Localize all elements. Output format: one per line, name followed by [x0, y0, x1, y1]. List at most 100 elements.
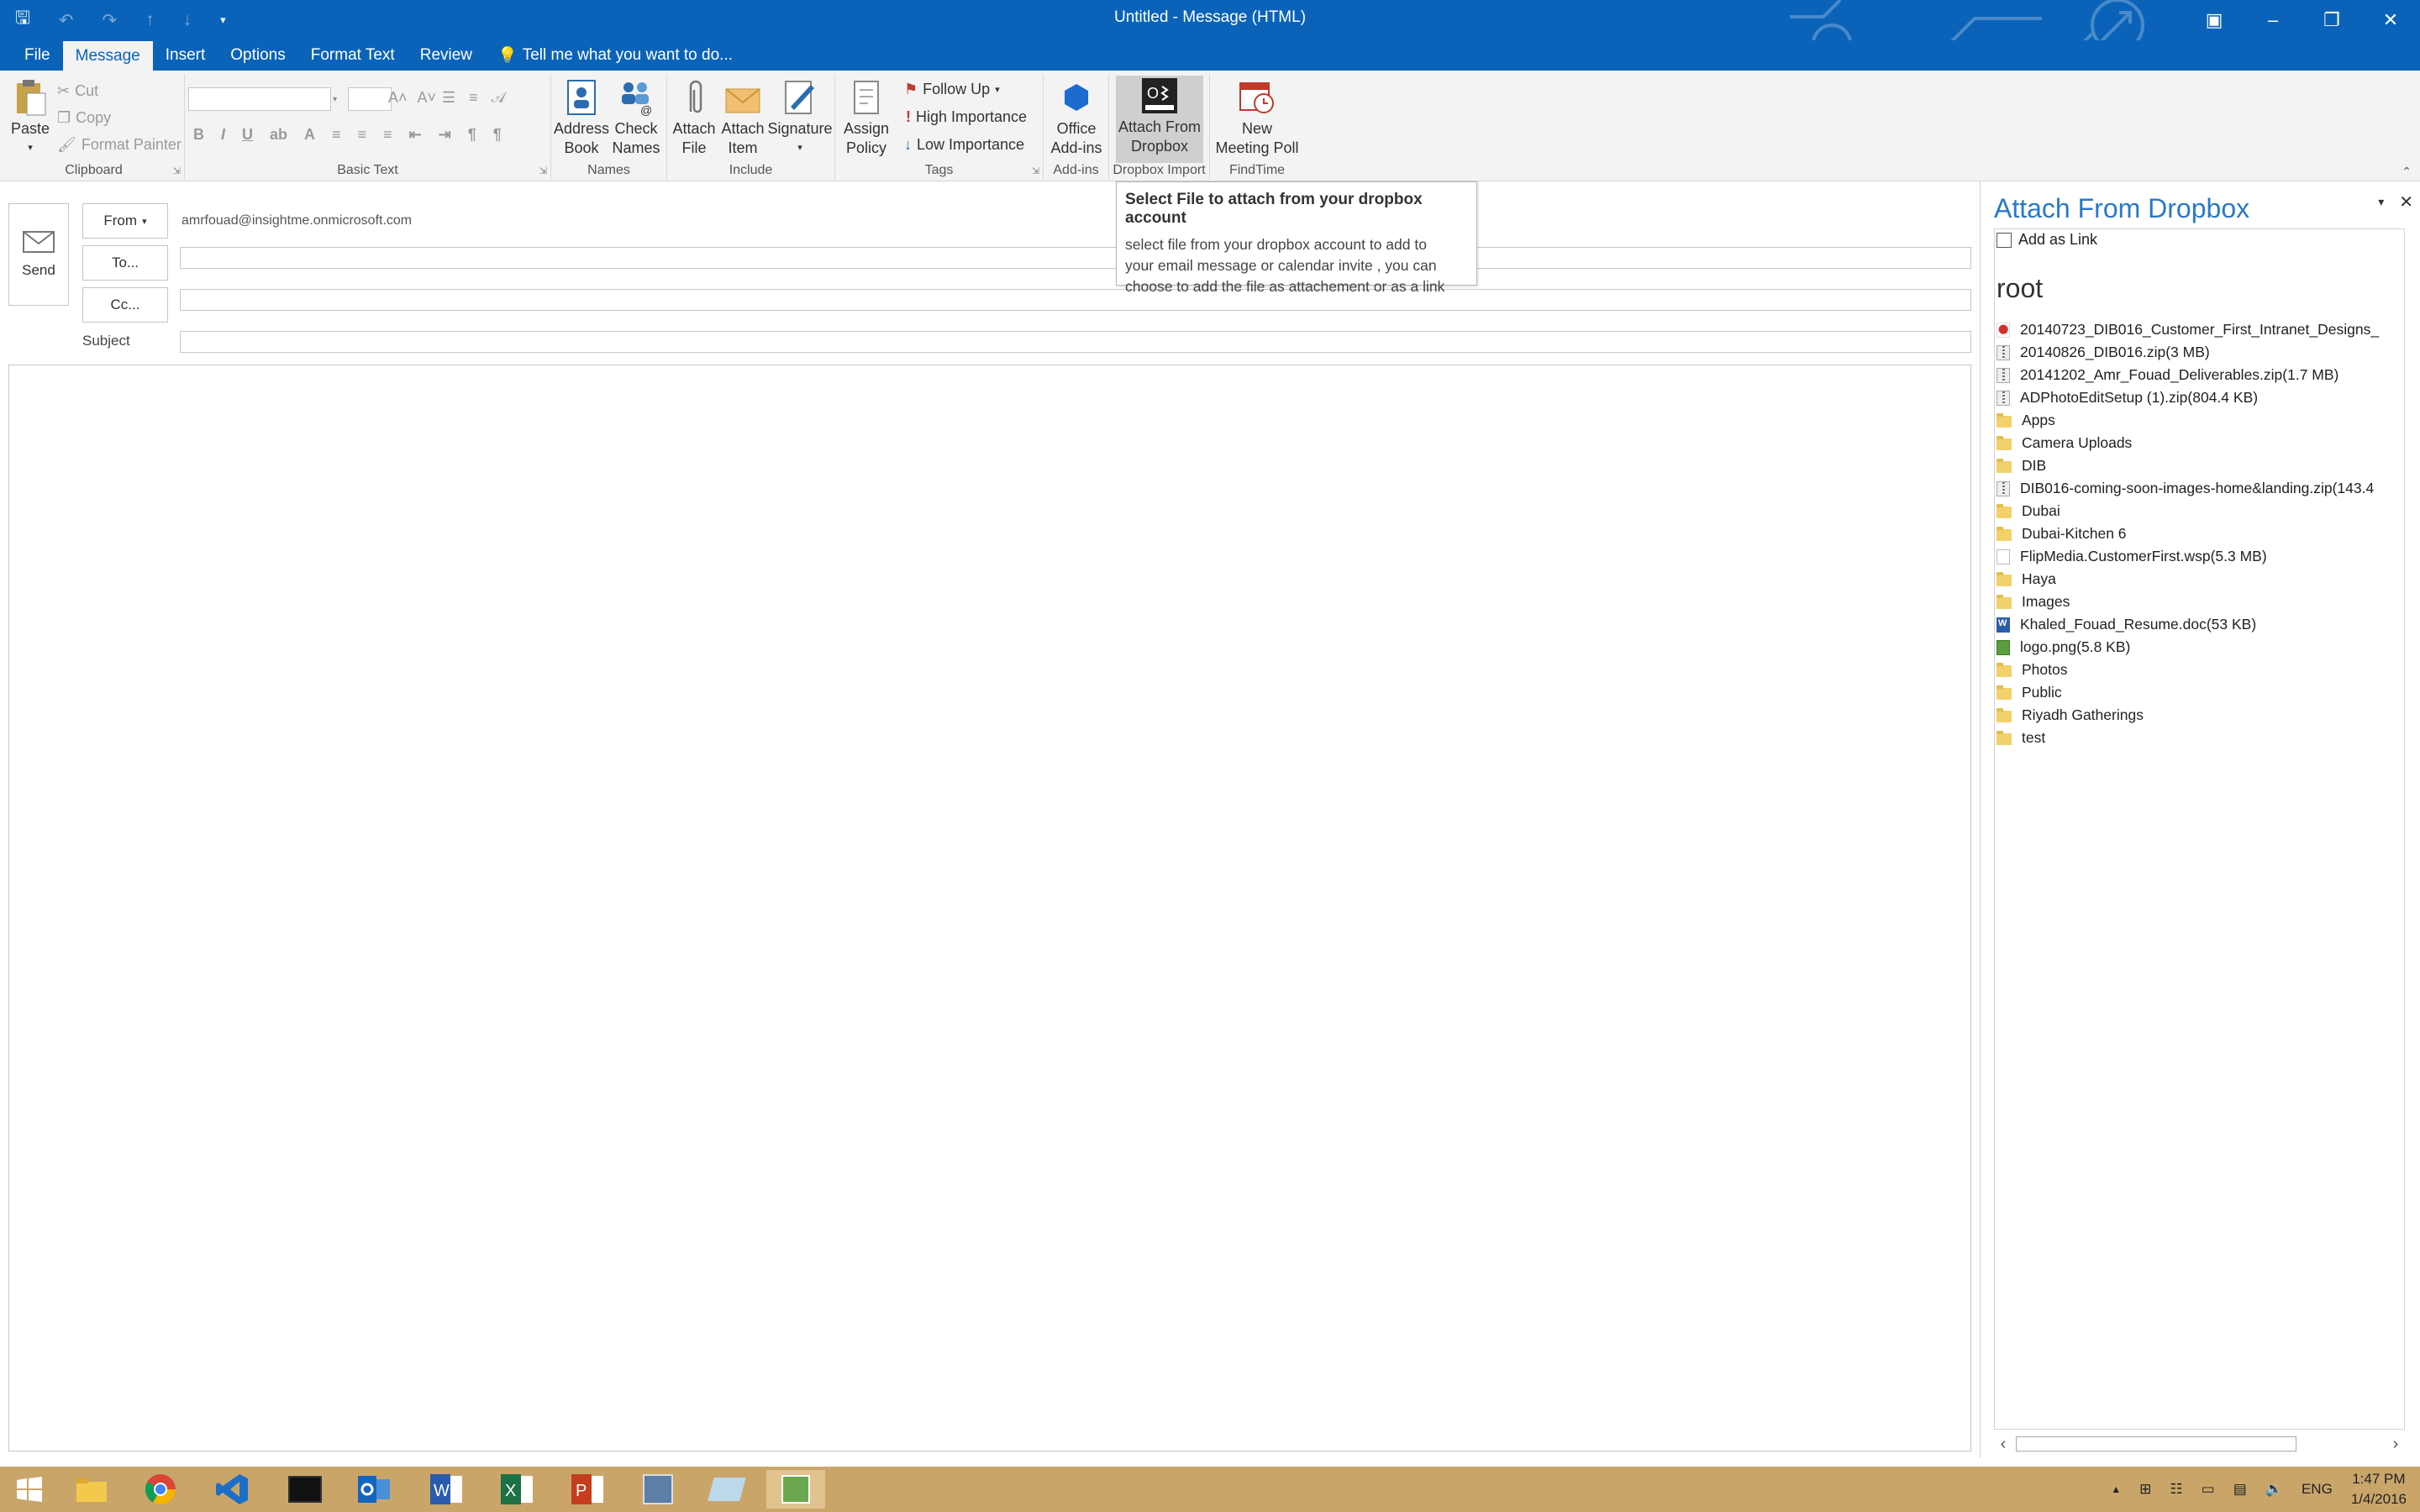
- outlook-icon[interactable]: [345, 1470, 403, 1509]
- dialog-launcher-icon[interactable]: ⇲: [539, 165, 547, 176]
- numbering-icon[interactable]: ≡: [469, 89, 478, 107]
- font-size-box[interactable]: [348, 87, 392, 111]
- file-list-item[interactable]: Dubai: [1996, 500, 2404, 522]
- file-list-item[interactable]: Haya: [1996, 568, 2404, 591]
- grow-font-icon[interactable]: A˄: [388, 89, 408, 107]
- tab-insert[interactable]: Insert: [153, 41, 218, 70]
- send-button[interactable]: Send: [8, 203, 69, 306]
- action-center-icon[interactable]: ⊞: [2139, 1481, 2151, 1498]
- increase-indent-icon[interactable]: ⇥: [439, 126, 451, 144]
- close-icon[interactable]: ✕: [2361, 0, 2420, 40]
- file-list-item[interactable]: DIB: [1996, 454, 2404, 477]
- cc-button[interactable]: Cc...: [82, 287, 168, 323]
- italic-icon[interactable]: I: [221, 126, 225, 144]
- file-list-item[interactable]: Public: [1996, 681, 2404, 704]
- app2-icon[interactable]: [766, 1470, 825, 1509]
- bold-icon[interactable]: B: [193, 126, 204, 144]
- volume-icon[interactable]: 🔉: [2265, 1481, 2283, 1498]
- attach-item-button[interactable]: Attach Item: [719, 77, 766, 158]
- address-book-button[interactable]: Address Book: [554, 77, 609, 158]
- tab-message[interactable]: Message: [62, 41, 153, 71]
- ltr-icon[interactable]: ¶: [468, 126, 476, 144]
- message-body[interactable]: [8, 365, 1971, 1452]
- dialog-launcher-icon[interactable]: ⇲: [173, 165, 181, 176]
- file-list-item[interactable]: Khaled_Fouad_Resume.doc(53 KB): [1996, 613, 2404, 636]
- file-list-item[interactable]: Dubai-Kitchen 6: [1996, 522, 2404, 545]
- file-explorer-icon[interactable]: [62, 1470, 121, 1509]
- file-list-item[interactable]: FlipMedia.CustomerFirst.wsp(5.3 MB): [1996, 545, 2404, 568]
- format-painter-button[interactable]: 🖌 Format Painter: [57, 136, 182, 154]
- rtl-icon[interactable]: ¶: [493, 126, 502, 144]
- decrease-indent-icon[interactable]: ⇤: [409, 126, 422, 144]
- font-name-box[interactable]: [188, 87, 331, 111]
- follow-up-button[interactable]: ⚑ Follow Up ▾: [904, 81, 1000, 98]
- app-icon[interactable]: [629, 1470, 687, 1509]
- tell-me-box[interactable]: 💡 Tell me what you want to do...: [485, 41, 745, 70]
- paste-button[interactable]: Paste ▾: [8, 77, 52, 158]
- file-list-item[interactable]: Camera Uploads: [1996, 432, 2404, 454]
- visual-studio-icon[interactable]: [203, 1470, 262, 1509]
- file-list-item[interactable]: Riyadh Gatherings: [1996, 704, 2404, 727]
- language-indicator[interactable]: ENG: [2302, 1481, 2333, 1498]
- scroll-left-icon[interactable]: ‹: [1994, 1435, 2012, 1454]
- file-list-item[interactable]: test: [1996, 727, 2404, 749]
- network-icon[interactable]: ☷: [2170, 1481, 2182, 1498]
- from-button[interactable]: From ▾: [82, 203, 168, 239]
- check-names-button[interactable]: @ Check Names: [610, 77, 662, 158]
- scroll-thumb[interactable]: [2016, 1436, 2296, 1452]
- font-dropdown-icon[interactable]: ▾: [333, 87, 346, 111]
- high-importance-button[interactable]: ! High Importance: [906, 108, 1027, 126]
- powerpoint-icon[interactable]: P: [558, 1470, 617, 1509]
- start-icon[interactable]: [0, 1470, 59, 1509]
- low-importance-button[interactable]: ↓ Low Importance: [904, 136, 1024, 154]
- align-center-icon[interactable]: ≡: [358, 126, 367, 144]
- shrink-font-icon[interactable]: A˅: [418, 89, 437, 107]
- collapse-ribbon-icon[interactable]: ⌃: [2402, 165, 2412, 179]
- attach-from-dropbox-button[interactable]: O Attach From Dropbox: [1116, 76, 1203, 163]
- scroll-right-icon[interactable]: ›: [2386, 1435, 2405, 1454]
- font-color-icon[interactable]: A: [304, 126, 315, 144]
- file-list-item[interactable]: 20141202_Amr_Fouad_Deliverables.zip(1.7 …: [1996, 364, 2404, 386]
- file-list-item[interactable]: DIB016-coming-soon-images-home&landing.z…: [1996, 477, 2404, 500]
- copy-button[interactable]: ❐ Copy: [57, 109, 111, 127]
- bullets-icon[interactable]: ☰: [442, 89, 455, 107]
- file-list-item[interactable]: ADPhotoEditSetup (1).zip(804.4 KB): [1996, 386, 2404, 409]
- attach-file-button[interactable]: Attach File: [671, 77, 718, 158]
- office-addins-button[interactable]: Office Add-ins: [1047, 77, 1106, 158]
- notes-icon[interactable]: [697, 1470, 756, 1509]
- power-icon[interactable]: ▭: [2202, 1481, 2215, 1498]
- assign-policy-button[interactable]: Assign Policy: [839, 77, 894, 158]
- file-list-item[interactable]: Photos: [1996, 659, 2404, 681]
- to-button[interactable]: To...: [82, 245, 168, 281]
- tray-expand-icon[interactable]: ▲: [2111, 1483, 2121, 1495]
- highlight-icon[interactable]: ab: [270, 126, 287, 144]
- new-meeting-poll-button[interactable]: New Meeting Poll: [1213, 77, 1301, 158]
- tab-file[interactable]: File: [12, 41, 63, 70]
- file-list-item[interactable]: logo.png(5.8 KB): [1996, 636, 2404, 659]
- cut-button[interactable]: ✂ Cut: [57, 82, 98, 100]
- restore-icon[interactable]: ❐: [2302, 0, 2361, 40]
- excel-icon[interactable]: X: [487, 1470, 546, 1509]
- tab-format-text[interactable]: Format Text: [298, 41, 408, 70]
- terminal-icon[interactable]: [276, 1470, 334, 1509]
- tab-review[interactable]: Review: [408, 41, 485, 70]
- subject-field[interactable]: [180, 331, 1971, 353]
- align-right-icon[interactable]: ≡: [383, 126, 392, 144]
- minimize-icon[interactable]: –: [2244, 0, 2302, 40]
- to-field[interactable]: [180, 247, 1971, 269]
- pane-menu-icon[interactable]: ▾: [2378, 195, 2384, 213]
- add-as-link-checkbox[interactable]: Add as Link: [1996, 231, 2097, 249]
- clear-formatting-icon[interactable]: 𝒜: [492, 89, 506, 107]
- pane-close-icon[interactable]: ✕: [2399, 192, 2413, 213]
- scroll-track[interactable]: [2012, 1435, 2386, 1453]
- clock[interactable]: 1:47 PM 1/4/2016: [2351, 1469, 2407, 1509]
- align-left-icon[interactable]: ≡: [332, 126, 341, 144]
- signature-button[interactable]: Signature ▾: [767, 77, 833, 158]
- ribbon-display-icon[interactable]: ▣: [2185, 0, 2244, 40]
- chrome-icon[interactable]: [131, 1470, 190, 1509]
- dialog-launcher-icon[interactable]: ⇲: [1032, 165, 1039, 176]
- tab-options[interactable]: Options: [218, 41, 297, 70]
- file-list-item[interactable]: Apps: [1996, 409, 2404, 432]
- display-icon[interactable]: ▤: [2233, 1481, 2247, 1498]
- file-list-item[interactable]: Images: [1996, 591, 2404, 613]
